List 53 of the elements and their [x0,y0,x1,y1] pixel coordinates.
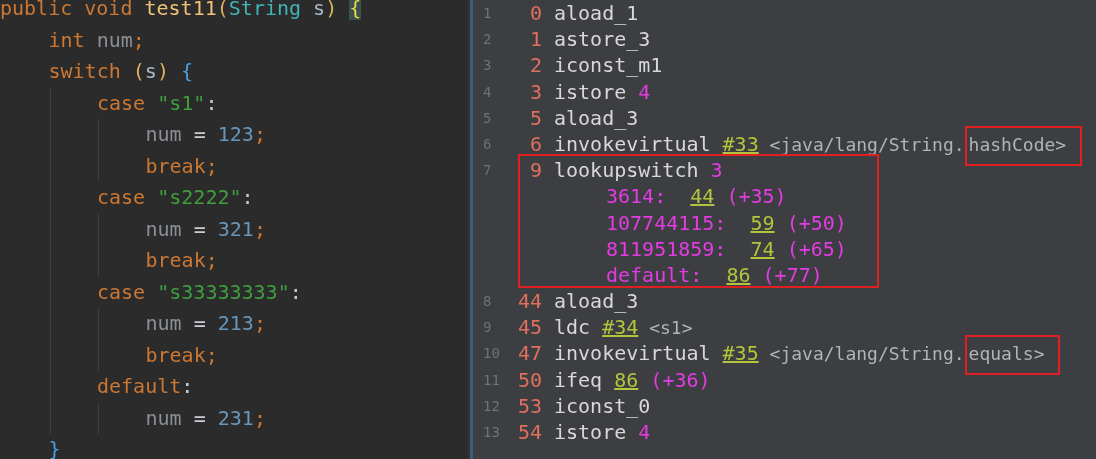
bytecode-offset: 6 [528,130,542,158]
highlight-frame: equals> [964,335,1061,376]
code-line: break; [145,341,218,369]
code-line: switch (s) { [48,58,194,85]
reference-link[interactable]: #33 [722,131,759,156]
reference-link[interactable]: #35 [722,341,759,366]
bytecode-offset: 2 [528,52,542,79]
reference-link[interactable]: 44 [690,184,715,209]
instruction-line: istore 4 [554,78,651,105]
reference-link[interactable]: 74 [750,236,775,261]
switch-case-line: default: 86 (+77) [606,261,823,289]
instruction-line: aload_3 [554,288,639,315]
code-line: num = 231; [145,404,266,432]
reference-link[interactable]: #34 [602,315,639,340]
code-line: } [48,436,61,459]
instruction-line: ifeq 86 (+36) [554,366,711,393]
switch-case-line: 811951859: 74 (+65) [606,235,847,262]
bytecode-offset: 53 [518,392,542,419]
switch-case-line: 107744115: 59 (+50) [606,209,847,236]
bytecode-offset: 44 [518,288,542,315]
instruction-line: aload_1 [554,0,639,27]
code-line: num = 123; [145,121,266,148]
code-line: case "s1": [97,89,218,117]
code-line: case "s33333333": [97,278,302,306]
bytecode-offset: 45 [518,314,542,341]
instruction-line: istore 4 [554,419,651,446]
bytecode-offset: 0 [528,0,542,27]
bytecode-offset: 3 [528,78,542,105]
code-line: int num; [48,26,145,54]
bytecode-offset: 9 [528,157,542,184]
instruction-line: astore_3 [554,26,651,53]
code-line: num = 213; [145,310,266,337]
bytecode-offset: 50 [518,366,542,393]
bytecode-offset: 5 [528,104,542,131]
code-line: num = 321; [145,215,266,243]
code-line: public void test11(String s) { [0,0,362,22]
bytecode-offset: 1 [528,26,542,53]
bytecode-offset: 47 [518,340,542,367]
code-line: default: [97,373,194,400]
instruction-line: ldc #34 <s1> [554,314,693,341]
instruction-line: lookupswitch 3 [554,157,723,184]
switch-case-line: 3614: 44 (+35) [606,183,787,210]
highlight-frame: hashCode> [964,125,1083,166]
reference-link[interactable]: 59 [750,210,775,235]
code-line: break; [145,247,218,274]
bytecode-offset: 54 [518,419,542,446]
code-line: case "s2222": [97,184,254,211]
reference-link[interactable]: 86 [726,262,751,287]
instruction-line: iconst_0 [554,392,651,419]
instruction-line: iconst_m1 [554,52,663,79]
reference-link[interactable]: 86 [614,367,639,392]
code-line: break; [145,152,218,180]
instruction-line: aload_3 [554,104,639,131]
